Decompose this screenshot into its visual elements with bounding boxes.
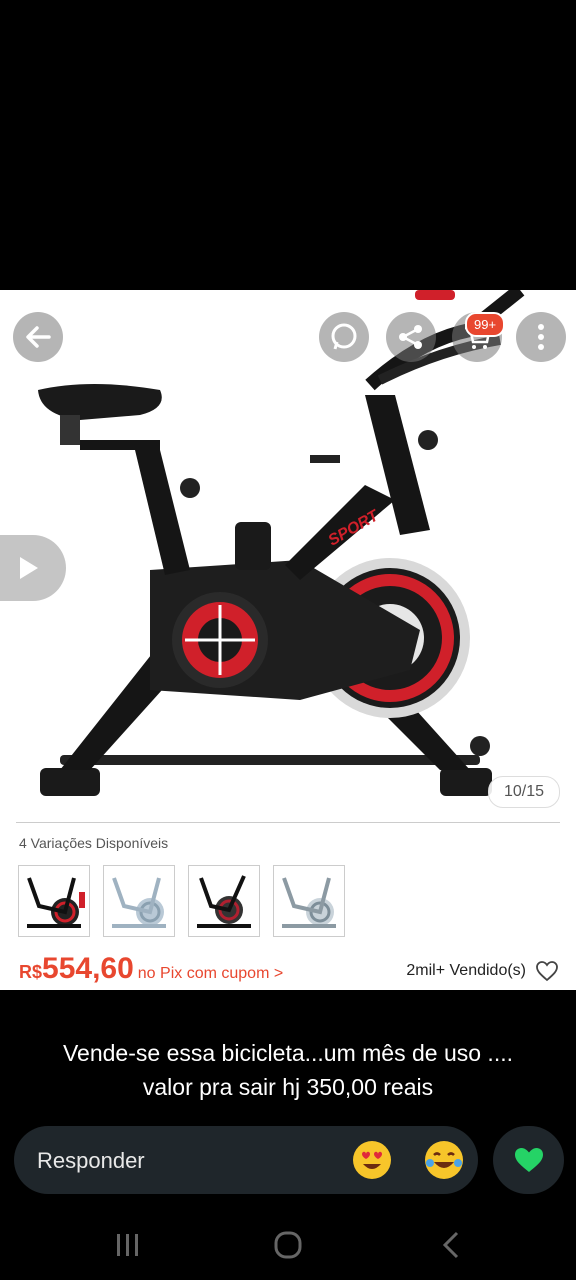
chevron-left-icon: [442, 1231, 459, 1259]
recent-apps-icon: [117, 1234, 138, 1256]
arrow-left-icon: [26, 326, 51, 348]
product-card: SPORT 99+ 10/15 4 Variações Disponíveis …: [0, 290, 576, 990]
play-icon: [20, 557, 38, 579]
variant-thumbnail[interactable]: [188, 865, 260, 937]
exercise-bike-illustration: SPORT: [38, 290, 525, 796]
status-black-area: [0, 0, 576, 290]
heart-outline-icon: [536, 961, 558, 982]
tears-of-joy-emoji-button[interactable]: [425, 1141, 463, 1179]
variant-thumbnail[interactable]: [18, 865, 90, 937]
caption-line-2: valor pra sair hj 350,00 reais: [142, 1074, 434, 1100]
sold-count: 2mil+ Vendido(s): [406, 962, 526, 979]
pix-coupon-link[interactable]: no Pix com cupom >: [138, 965, 283, 982]
variant-thumbnail[interactable]: [103, 865, 175, 937]
bike-black-red-thumb: [27, 877, 85, 928]
status-caption: Vende-se essa bicicleta...um mês de uso …: [0, 1036, 576, 1104]
system-nav-bar: [0, 1210, 576, 1280]
share-button[interactable]: [386, 312, 436, 362]
bike-silver-thumb: [282, 877, 336, 928]
tears-of-joy-emoji-icon: [426, 1152, 462, 1168]
share-icon: [399, 325, 422, 349]
heart-icon: [514, 1148, 543, 1172]
product-image[interactable]: SPORT 99+ 10/15: [0, 290, 576, 818]
more-options-button[interactable]: [516, 312, 566, 362]
bike-white-thumb: [112, 877, 166, 928]
reply-input[interactable]: Responder: [14, 1126, 478, 1194]
recent-apps-button[interactable]: [115, 1230, 141, 1265]
more-vertical-icon: [538, 324, 544, 350]
heart-eyes-emoji-button[interactable]: [353, 1141, 391, 1179]
favorite-button[interactable]: [535, 960, 559, 987]
like-status-button[interactable]: [493, 1126, 564, 1194]
variant-thumbnails: [18, 865, 345, 937]
whatsapp-icon: [331, 323, 357, 350]
bike-black-thumb: [197, 875, 251, 928]
back-nav-button[interactable]: [440, 1230, 462, 1265]
reply-placeholder: Responder: [37, 1148, 145, 1173]
variant-thumbnail[interactable]: [273, 865, 345, 937]
price-row: R$554,60 no Pix com cupom > 2mil+ Vendido…: [19, 952, 559, 988]
cart-count-badge: 99+: [465, 312, 506, 337]
divider: [16, 822, 560, 823]
back-button[interactable]: [13, 312, 63, 362]
currency-symbol: R$: [19, 962, 43, 982]
play-video-button[interactable]: [0, 535, 66, 601]
heart-eyes-emoji-icon: [362, 1151, 382, 1169]
image-counter: 10/15: [488, 776, 560, 808]
variants-label: 4 Variações Disponíveis: [19, 835, 169, 851]
price-value: 554,60: [42, 952, 134, 985]
home-button[interactable]: [273, 1230, 303, 1265]
whatsapp-share-button[interactable]: [319, 312, 369, 362]
caption-line-1: Vende-se essa bicicleta...um mês de uso …: [62, 1040, 513, 1066]
home-icon: [274, 1231, 302, 1259]
